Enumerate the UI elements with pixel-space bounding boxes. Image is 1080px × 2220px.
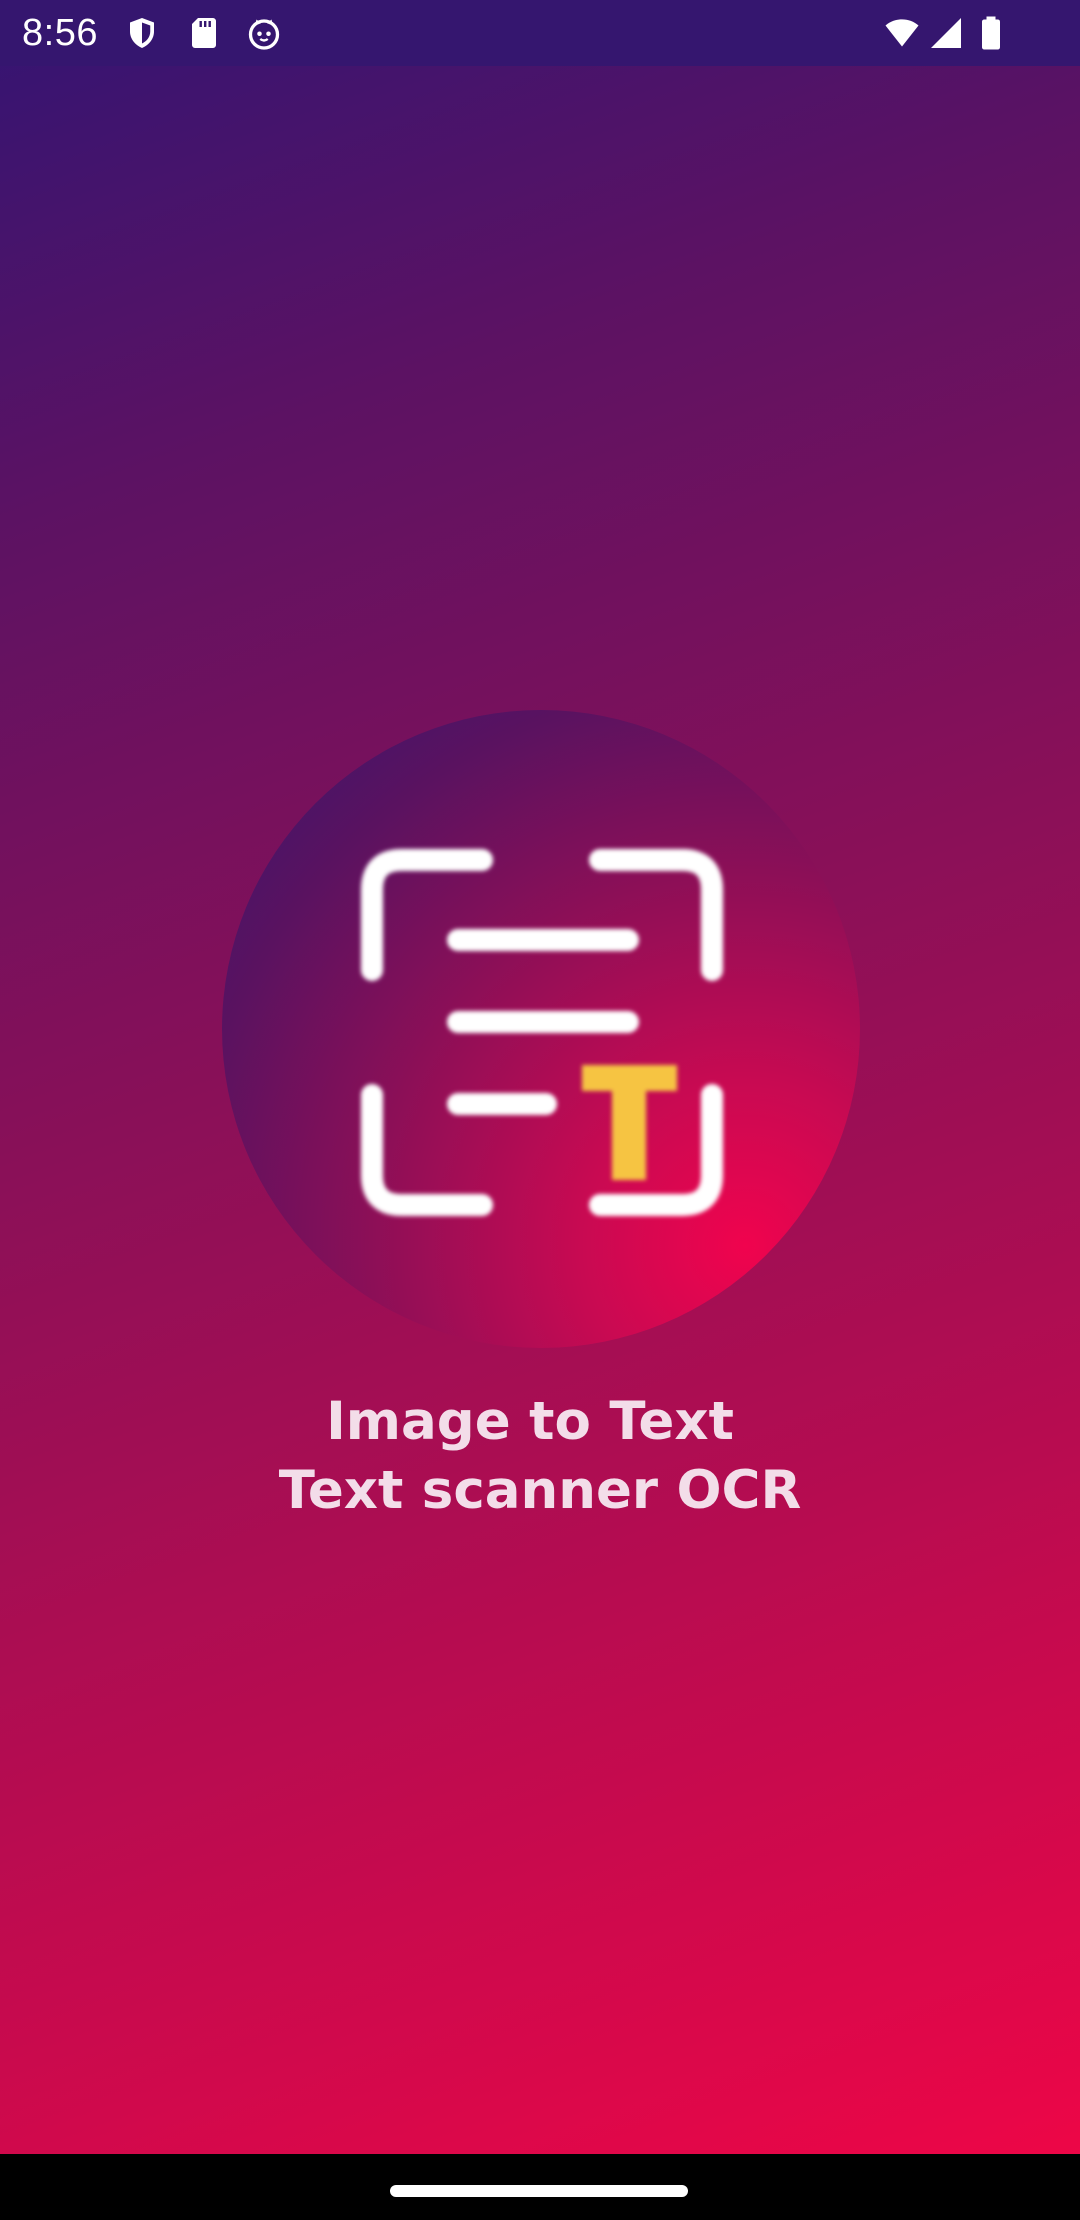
navigation-bar xyxy=(0,2154,1080,2220)
wifi-icon xyxy=(882,15,922,51)
status-time: 8:56 xyxy=(22,12,98,54)
app-logo: T xyxy=(222,710,860,1348)
shield-icon xyxy=(124,15,160,51)
logo-letter: T xyxy=(222,710,223,711)
home-indicator[interactable] xyxy=(390,2185,688,2197)
text-scanner-logo-icon: T xyxy=(222,710,723,1216)
sd-card-icon xyxy=(186,15,222,51)
cellular-signal-icon xyxy=(928,15,964,51)
app-title-line-1: Image to Text xyxy=(326,1391,734,1452)
splash-screen: 8:56 T Image to Text Text scanner OCR xyxy=(0,0,1080,2220)
status-bar: 8:56 xyxy=(0,0,1080,66)
battery-icon xyxy=(974,15,1008,51)
app-title-line-2: Text scanner OCR xyxy=(278,1460,802,1521)
cat-face-icon xyxy=(246,15,282,51)
